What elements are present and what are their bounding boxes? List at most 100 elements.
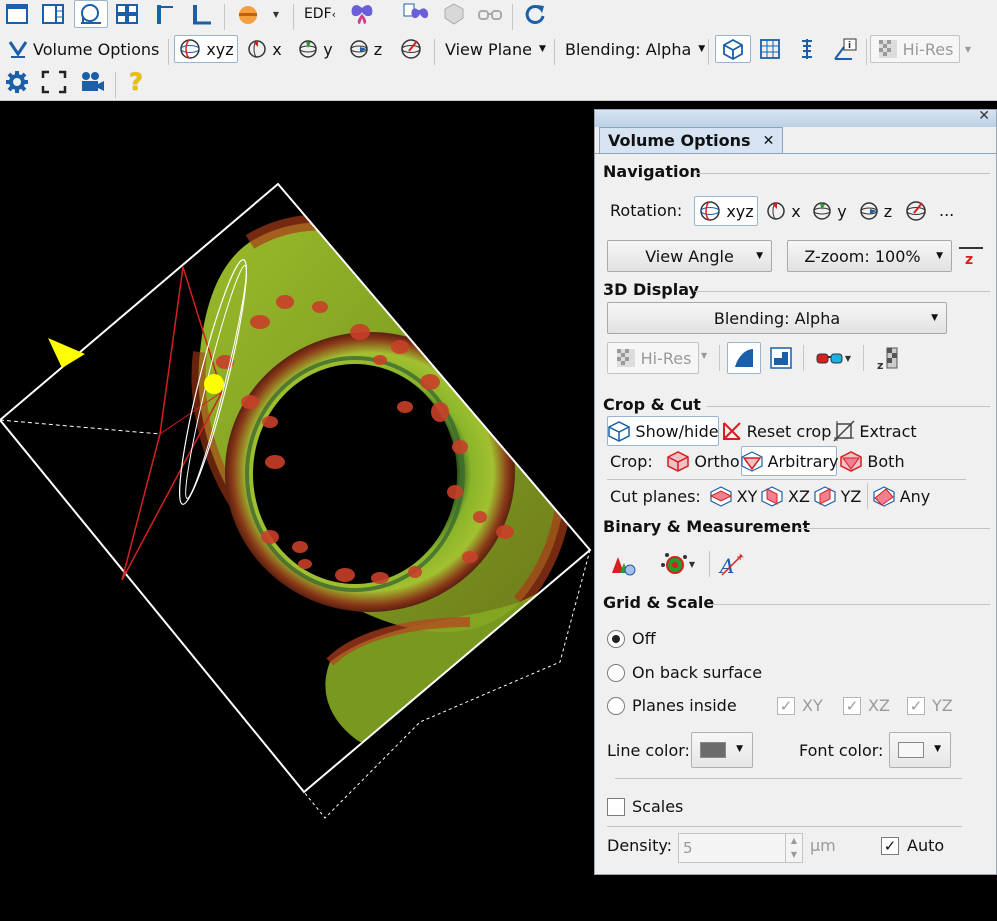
shading-icon: [735, 349, 753, 367]
movie-camera-icon[interactable]: [76, 68, 108, 96]
crop-both-button[interactable]: Both: [839, 446, 905, 476]
rotate-custom-button[interactable]: [394, 35, 428, 63]
both-crop-icon: [840, 451, 863, 472]
arbitrary-crop-icon: [740, 451, 763, 472]
rotate-y-icon: [299, 40, 318, 58]
view-angle-label: View Angle: [645, 246, 734, 266]
butterfly-export-icon[interactable]: [400, 0, 432, 28]
view-plane-dropdown[interactable]: View Plane ▼: [440, 35, 551, 63]
3d-view-icon[interactable]: [74, 0, 108, 28]
font-color-picker[interactable]: ▼: [889, 732, 951, 768]
tab-volume-options[interactable]: Volume Options ✕: [599, 127, 784, 153]
split-view-icon[interactable]: [38, 0, 68, 28]
grid-title: Grid & Scale: [603, 593, 715, 612]
measure-objects-dropdown[interactable]: ▼: [653, 548, 701, 580]
help-icon[interactable]: ?: [122, 68, 150, 96]
reset-crop-button[interactable]: Reset crop: [721, 416, 831, 446]
cut-plane-any-button[interactable]: Any: [871, 481, 931, 511]
grid-view-icon[interactable]: [112, 0, 142, 28]
panel-rotate-z-button[interactable]: z: [855, 196, 895, 226]
cut-planes-label: Cut planes:: [610, 487, 701, 506]
annotation-icon: A +: [718, 552, 744, 577]
panel-blending-dropdown[interactable]: Blending: Alpha ▼: [607, 302, 947, 334]
butterfly-icon[interactable]: [346, 0, 378, 28]
blending-dropdown[interactable]: Blending: Alpha ▼: [560, 35, 710, 63]
panel-rotate-xyz-button[interactable]: xyz: [694, 196, 758, 226]
render-mode-icon[interactable]: [230, 0, 266, 28]
binary-objects-button[interactable]: [607, 548, 641, 580]
panel-hires-dropdown: Hi-Res: [607, 342, 699, 374]
z-zoom-dropdown[interactable]: Z-zoom: 100% ▼: [787, 240, 952, 272]
refresh-icon[interactable]: [519, 0, 551, 28]
settings-gear-icon[interactable]: [2, 68, 32, 96]
reset-crop-icon: [722, 422, 741, 440]
crop-title: Crop & Cut: [603, 395, 701, 414]
crop-ortho-button[interactable]: Ortho: [665, 446, 741, 476]
stepped-render-toggle[interactable]: [765, 342, 797, 374]
z-zoom-label: Z-zoom: 100%: [804, 246, 921, 266]
crop-arbitrary-button[interactable]: Arbitrary: [740, 446, 838, 476]
grid-planes-inside-radio[interactable]: [607, 697, 625, 715]
info-point-button[interactable]: i: [828, 35, 862, 63]
z-depth-icon[interactable]: z: [871, 342, 905, 374]
cut-plane-xy-button[interactable]: XY: [707, 481, 759, 511]
rotate-y-label: y: [323, 39, 333, 59]
line-color-picker[interactable]: ▼: [691, 732, 753, 768]
more-rotations-button[interactable]: ...: [939, 201, 954, 220]
cut-plane-yz-button[interactable]: YZ: [811, 481, 863, 511]
extract-button[interactable]: Extract: [833, 416, 917, 446]
toolbar-separator: [863, 345, 864, 371]
fullscreen-icon[interactable]: [38, 68, 70, 96]
grid-toggle[interactable]: [753, 35, 787, 63]
auto-density-checkbox[interactable]: ✓: [881, 837, 899, 855]
rotate-xyz-button[interactable]: xyz: [174, 35, 238, 63]
rotate-y-button[interactable]: y: [294, 35, 336, 63]
rotation-label: Rotation:: [610, 201, 683, 220]
rotate-z-button[interactable]: z: [344, 35, 386, 63]
profile-view-icon[interactable]: [150, 0, 180, 28]
hires-label: Hi-Res: [902, 39, 954, 59]
cut-plane-xz-button[interactable]: XZ: [759, 481, 811, 511]
stereo-glasses-dropdown[interactable]: ▼: [809, 342, 857, 374]
rotate-x-button[interactable]: x: [244, 35, 284, 63]
grid-off-label: Off: [632, 629, 656, 648]
cube-icon: [608, 421, 631, 442]
annotation-button[interactable]: A +: [715, 548, 749, 580]
panel-close-icon[interactable]: ✕: [978, 108, 990, 124]
bounding-box-toggle[interactable]: [715, 35, 751, 63]
volume-options-panel: ✕ Volume Options ✕ Navigation Rotation: …: [594, 108, 997, 875]
z-scale-toggle[interactable]: [790, 35, 824, 63]
section-divider: [695, 173, 990, 174]
view-angle-dropdown[interactable]: View Angle ▼: [607, 240, 772, 272]
plane-center-handle[interactable]: [204, 374, 224, 394]
edf-label: EDF: [303, 6, 332, 22]
grid-section-title: Grid & Scale: [603, 593, 714, 612]
shading-toggle[interactable]: [727, 342, 761, 374]
grid-back-surface-radio[interactable]: [607, 664, 625, 682]
toolbar-area: ▼ EDF ‹ Volume Options xyz x y z View Pl…: [0, 0, 997, 101]
reset-crop-label: Reset crop: [746, 421, 832, 441]
volume-options-button[interactable]: Volume Options: [2, 35, 164, 63]
cut-xy-label: XY: [736, 486, 758, 506]
chart-view-icon[interactable]: [186, 0, 216, 28]
panel-rotate-x-button[interactable]: x: [763, 196, 803, 226]
edf-button[interactable]: EDF ‹: [300, 0, 340, 28]
rotate-x-label: x: [272, 39, 282, 59]
both-label: Both: [867, 451, 905, 471]
cut-xz-icon: [761, 486, 783, 507]
panel-rot-x-label: x: [791, 201, 801, 221]
single-view-icon[interactable]: [2, 0, 32, 28]
panel-rotate-custom-button[interactable]: [901, 196, 931, 226]
rotate-z-icon: [860, 202, 878, 220]
grid-off-radio[interactable]: [607, 630, 625, 648]
light-direction-marker[interactable]: [48, 338, 85, 368]
render-mode-dropdown-icon[interactable]: ▼: [266, 0, 286, 28]
measure-objects-icon: [660, 553, 687, 574]
panel-titlebar[interactable]: ✕: [595, 108, 996, 127]
show-hide-crop-button[interactable]: Show/hide: [607, 416, 719, 446]
tab-close-icon[interactable]: ✕: [763, 133, 775, 149]
panel-rotate-y-button[interactable]: y: [809, 196, 849, 226]
scales-checkbox[interactable]: [607, 798, 625, 816]
navigation-section-title: Navigation: [603, 162, 701, 181]
z-zoom-reset-icon[interactable]: z: [957, 244, 985, 268]
